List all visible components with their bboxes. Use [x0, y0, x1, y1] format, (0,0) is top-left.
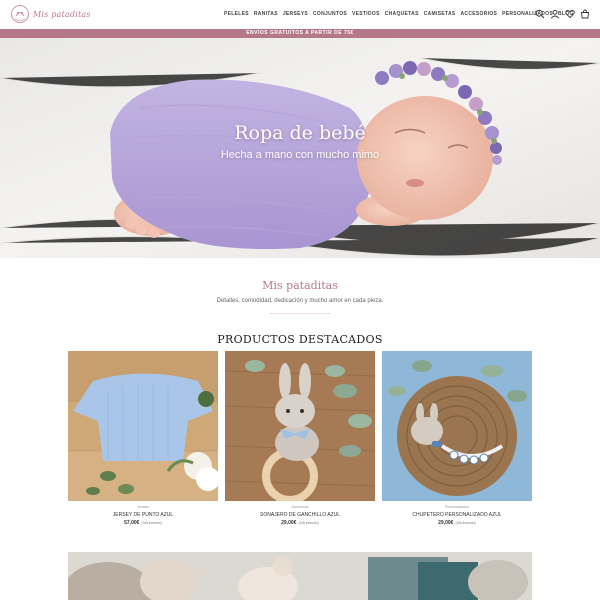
heart-icon[interactable] — [565, 9, 575, 19]
product-image[interactable] — [68, 351, 218, 501]
product-image[interactable] — [225, 351, 375, 501]
intro-divider — [270, 313, 330, 314]
vat-note: (IVA incluido) — [298, 521, 319, 525]
product-price: 29,00€ (IVA incluido) — [225, 520, 375, 526]
product-category: Accesorios — [291, 505, 309, 509]
price-value: 29,00€ — [438, 520, 454, 526]
hero-image — [0, 38, 600, 258]
nav-item-jerseys[interactable]: JERSEYS — [283, 11, 308, 17]
nav-item-vestidos[interactable]: VESTIDOS — [352, 11, 380, 17]
nav-item-conjuntos[interactable]: CONJUNTOS — [313, 11, 347, 17]
logo-icon — [11, 5, 29, 23]
logo[interactable]: Mis pataditas — [10, 4, 91, 24]
product-price: 57,00€ (IVA incluido) — [68, 520, 218, 526]
hero-banner[interactable]: Ropa de bebé Hecha a mano con mucho mimo — [0, 38, 600, 258]
category-banner-image[interactable] — [68, 552, 532, 600]
vat-note: (IVA incluido) — [141, 521, 162, 525]
product-category: Jerseys — [136, 505, 150, 509]
price-value: 29,00€ — [281, 520, 297, 526]
intro-text: Detalles, comodidad, dedicación y mucho … — [216, 298, 384, 304]
product-name[interactable]: SONAJERO DE GANCHILLO AZUL — [225, 512, 375, 518]
site-header: Mis pataditas PELELES RANITAS JERSEYS CO… — [0, 0, 600, 29]
product-name[interactable]: CHUPETERO PERSONALIZADO AZUL — [382, 512, 532, 518]
hero-subtitle: Hecha a mano con mucho mimo — [220, 149, 380, 161]
product-name[interactable]: JERSEY DE PUNTO AZUL — [68, 512, 218, 518]
header-icons — [535, 9, 590, 19]
product-price: 29,00€ (IVA incluido) — [382, 520, 532, 526]
nav-item-accesorios[interactable]: ACCESORIOS — [461, 11, 498, 17]
product-category: Personalizados — [445, 505, 469, 509]
promo-bar: ENVÍOS GRATUITOS A PARTIR DE 75€ — [0, 29, 600, 38]
logo-text: Mis pataditas — [33, 9, 91, 19]
product-image[interactable] — [382, 351, 532, 501]
vat-note: (IVA incluido) — [455, 521, 476, 525]
search-icon[interactable] — [535, 9, 545, 19]
nav-item-peleles[interactable]: PELELES — [224, 11, 249, 17]
product-card[interactable]: Personalizados CHUPETERO PERSONALIZADO A… — [382, 351, 532, 526]
nav-item-camisetas[interactable]: CAMISETAS — [424, 11, 456, 17]
intro-title: Mis pataditas — [262, 279, 338, 292]
featured-title: PRODUCTOS DESTACADOS — [217, 333, 383, 346]
nav-item-ranitas[interactable]: RANITAS — [254, 11, 278, 17]
cart-icon[interactable] — [580, 9, 590, 19]
product-card[interactable]: Accesorios SONAJERO DE GANCHILLO AZUL 29… — [225, 351, 375, 526]
user-icon[interactable] — [550, 9, 560, 19]
price-value: 57,00€ — [124, 520, 140, 526]
main-nav: PELELES RANITAS JERSEYS CONJUNTOS VESTID… — [224, 11, 574, 17]
product-card[interactable]: Jerseys JERSEY DE PUNTO AZUL 57,00€ (IVA … — [68, 351, 218, 526]
nav-item-chaquetas[interactable]: CHAQUETAS — [385, 11, 419, 17]
hero-title: Ropa de bebé — [234, 122, 366, 144]
